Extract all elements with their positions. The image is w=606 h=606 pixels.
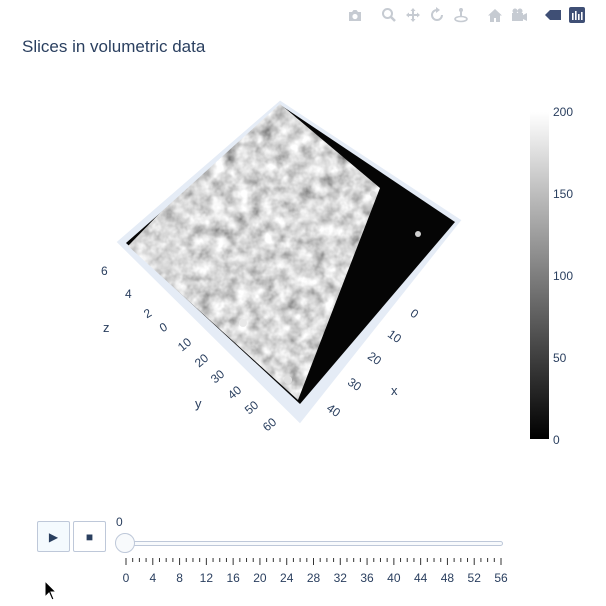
scene-svg[interactable]: 6 4 2 0 z 10 20 30 40 50 60 y 0 10 20 30… (0, 60, 500, 440)
slider-tick-label: 40 (387, 571, 401, 585)
reset-camera-last-save-icon[interactable] (508, 6, 530, 24)
y-tick-label: 60 (260, 415, 279, 435)
slider-tick-label: 8 (176, 571, 183, 585)
slider-tick-label: 0 (122, 571, 130, 585)
colorbar-tick-label: 100 (553, 269, 574, 283)
y-tick-label: 20 (192, 351, 211, 371)
slider-current-value: 0 (116, 515, 123, 529)
toggle-spike-lines-icon[interactable] (542, 6, 564, 24)
turntable-rotation-icon[interactable] (450, 6, 472, 24)
slice-highlight (239, 319, 247, 327)
z-tick-label: 2 (141, 305, 154, 321)
orbit-rotation-icon[interactable] (426, 6, 448, 24)
slider-tick-label: 56 (494, 571, 508, 585)
slider-tick-label: 24 (280, 571, 294, 585)
3d-scene[interactable]: 6 4 2 0 z 10 20 30 40 50 60 y 0 10 20 30… (0, 60, 500, 440)
x-tick-label: 10 (385, 327, 404, 346)
y-tick-label: 10 (175, 335, 194, 355)
pan-icon[interactable] (402, 6, 424, 24)
slice-highlight (370, 191, 376, 197)
y-axis-title: y (195, 396, 202, 411)
chart-title: Slices in volumetric data (22, 37, 206, 56)
slider-tick-label: 28 (306, 571, 321, 585)
x-tick-label: 30 (345, 375, 364, 394)
slider-tick-label: 32 (333, 571, 347, 585)
slider-ticks (125, 558, 502, 565)
z-axis-title: z (103, 320, 110, 335)
colorbar-tick-label: 0 (553, 433, 560, 447)
slider-tick-label: 20 (253, 571, 267, 585)
x-tick-label: 40 (324, 401, 343, 420)
slider-tick-label: 48 (440, 571, 455, 585)
slider-rail[interactable] (126, 541, 503, 546)
colorbar-tick-label: 150 (553, 187, 574, 201)
zoom-icon[interactable] (378, 6, 400, 24)
colorbar-tick-label: 200 (553, 105, 574, 119)
x-tick-label: 0 (408, 306, 422, 321)
colorbar (530, 112, 549, 439)
slider-tick-label: 52 (467, 571, 481, 585)
z-tick-label: 6 (101, 264, 108, 278)
z-tick-label: 0 (157, 319, 170, 335)
slider-tick-label: 44 (413, 571, 428, 585)
y-tick-label: 50 (242, 398, 261, 418)
y-tick-label: 30 (208, 367, 227, 387)
slider-handle[interactable] (115, 533, 135, 553)
mouse-cursor-icon (44, 580, 58, 601)
z-tick-label: 4 (125, 287, 132, 301)
stop-icon: ■ (85, 529, 94, 544)
plotly-logo-icon[interactable] (566, 6, 588, 24)
x-tick-label: 20 (365, 349, 384, 368)
play-button[interactable]: ▶ (37, 521, 70, 552)
camera-icon[interactable] (344, 6, 366, 24)
slice-highlight (415, 231, 421, 237)
slider-tick-label: 16 (226, 571, 240, 585)
slider-tick-label: 4 (149, 571, 157, 585)
modebar (344, 6, 588, 24)
y-tick-label: 40 (225, 383, 244, 403)
play-icon: ▶ (48, 529, 59, 544)
reset-camera-home-icon[interactable] (484, 6, 506, 24)
slider-tick-label: 36 (360, 571, 374, 585)
slice-highlight (284, 376, 292, 384)
colorbar-tick-label: 50 (553, 351, 567, 365)
slider-tick-label: 12 (199, 571, 214, 585)
stop-button[interactable]: ■ (73, 521, 106, 552)
x-axis-title: x (391, 383, 398, 398)
